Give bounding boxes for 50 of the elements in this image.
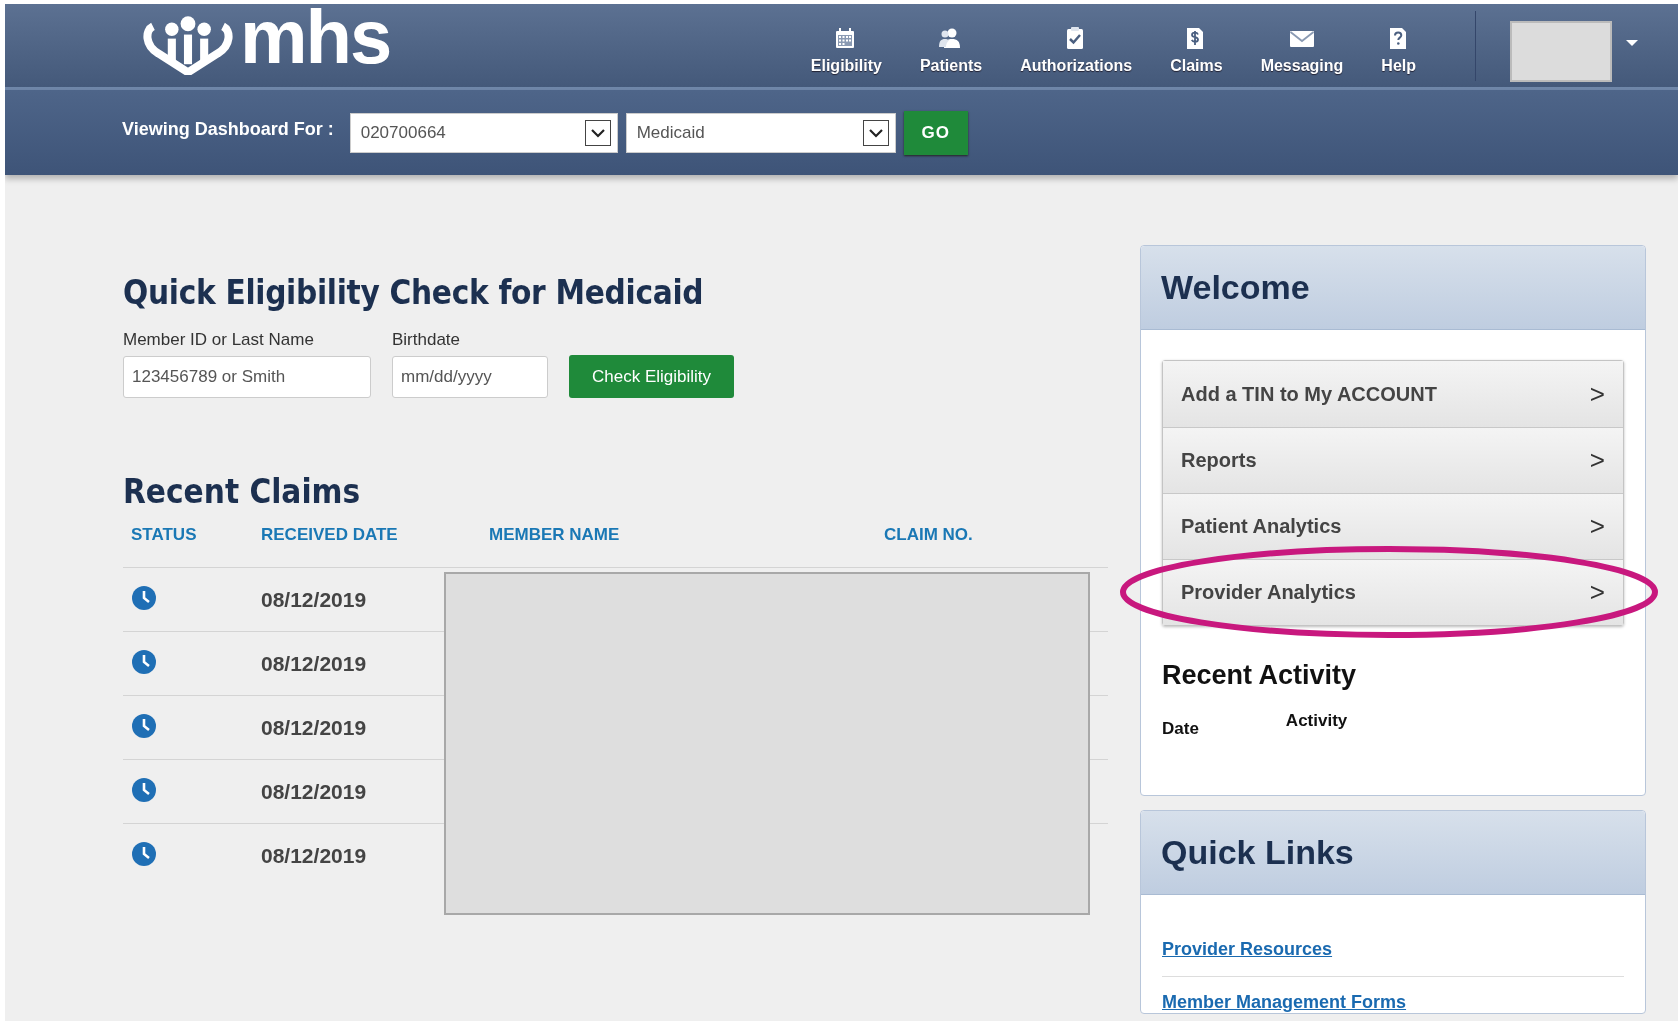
nav-tab[interactable]: Help — [1362, 14, 1435, 87]
arrow: > — [1589, 378, 1605, 410]
link[interactable]: Member Management Forms — [1162, 992, 1407, 1013]
table-cell-text: 08/12/2019 — [261, 587, 368, 612]
column-header: MEMBER NAME — [489, 525, 621, 545]
field-label: Birthdate — [392, 330, 462, 350]
field-label: Member ID or Last Name — [123, 330, 315, 350]
menu-item[interactable]: Add a TIN to My ACCOUNT > — [1163, 361, 1623, 427]
nav-tab[interactable]: Eligibility — [791, 14, 901, 87]
section-title: Recent Claims — [123, 472, 362, 511]
column-header: Activity — [1285, 711, 1348, 731]
menu-item[interactable]: Provider Analytics > — [1163, 559, 1623, 625]
dashboard-label: Viewing Dashboard For : — [122, 119, 334, 140]
panel-header: Quick Links — [1141, 811, 1645, 895]
section-title: Quick Eligibility Check for Medicaid — [123, 273, 705, 312]
plan-select[interactable]: Medicaid — [625, 112, 896, 153]
table-cell-text: 08/12/2019 — [261, 843, 368, 868]
menu-item[interactable]: Reports > — [1163, 427, 1623, 493]
table-cell-text: 08/12/2019 — [261, 779, 368, 804]
column-header: Date — [1162, 719, 1199, 739]
arrow: > — [1589, 511, 1605, 542]
tin-select[interactable]: 020700664 — [349, 112, 618, 153]
clock-icon — [131, 648, 157, 675]
check-eligibility-button[interactable]: Check Eligibility — [569, 355, 734, 398]
table-cell-text: 08/12/2019 — [261, 715, 368, 740]
menu-item[interactable]: Patient Analytics > — [1163, 493, 1623, 559]
column-header: CLAIM NO. — [884, 525, 974, 545]
table-cell-text: 08/12/2019 — [261, 651, 368, 676]
birthdate-field[interactable]: mm/dd/yyyy — [392, 356, 548, 398]
nav-tab[interactable]: Patients — [900, 14, 1002, 87]
member-id-field[interactable]: 123456789 or Smith — [123, 356, 371, 398]
go-button[interactable]: GO — [903, 110, 968, 155]
nav-tab[interactable]: Claims — [1151, 14, 1242, 87]
subsection-title: Recent Activity — [1162, 660, 1358, 691]
column-header: STATUS — [131, 525, 198, 545]
arrow: > — [1589, 577, 1605, 608]
column-header: RECEIVED DATE — [261, 525, 399, 545]
chevron-down-icon — [589, 126, 606, 139]
nav-tab[interactable]: Messaging — [1241, 14, 1363, 87]
nav-tab[interactable]: Authorizations — [1001, 14, 1152, 87]
caret-icon[interactable] — [1626, 39, 1638, 46]
clock-icon — [131, 584, 157, 611]
clock-icon — [131, 776, 157, 803]
chevron-down-icon — [867, 126, 884, 139]
clock-icon — [131, 840, 157, 867]
logo: mhs — [240, 4, 391, 75]
panel-header: Welcome — [1141, 246, 1645, 330]
clock-icon — [131, 712, 157, 739]
link[interactable]: Provider Resources — [1162, 939, 1333, 960]
arrow: > — [1589, 445, 1605, 476]
